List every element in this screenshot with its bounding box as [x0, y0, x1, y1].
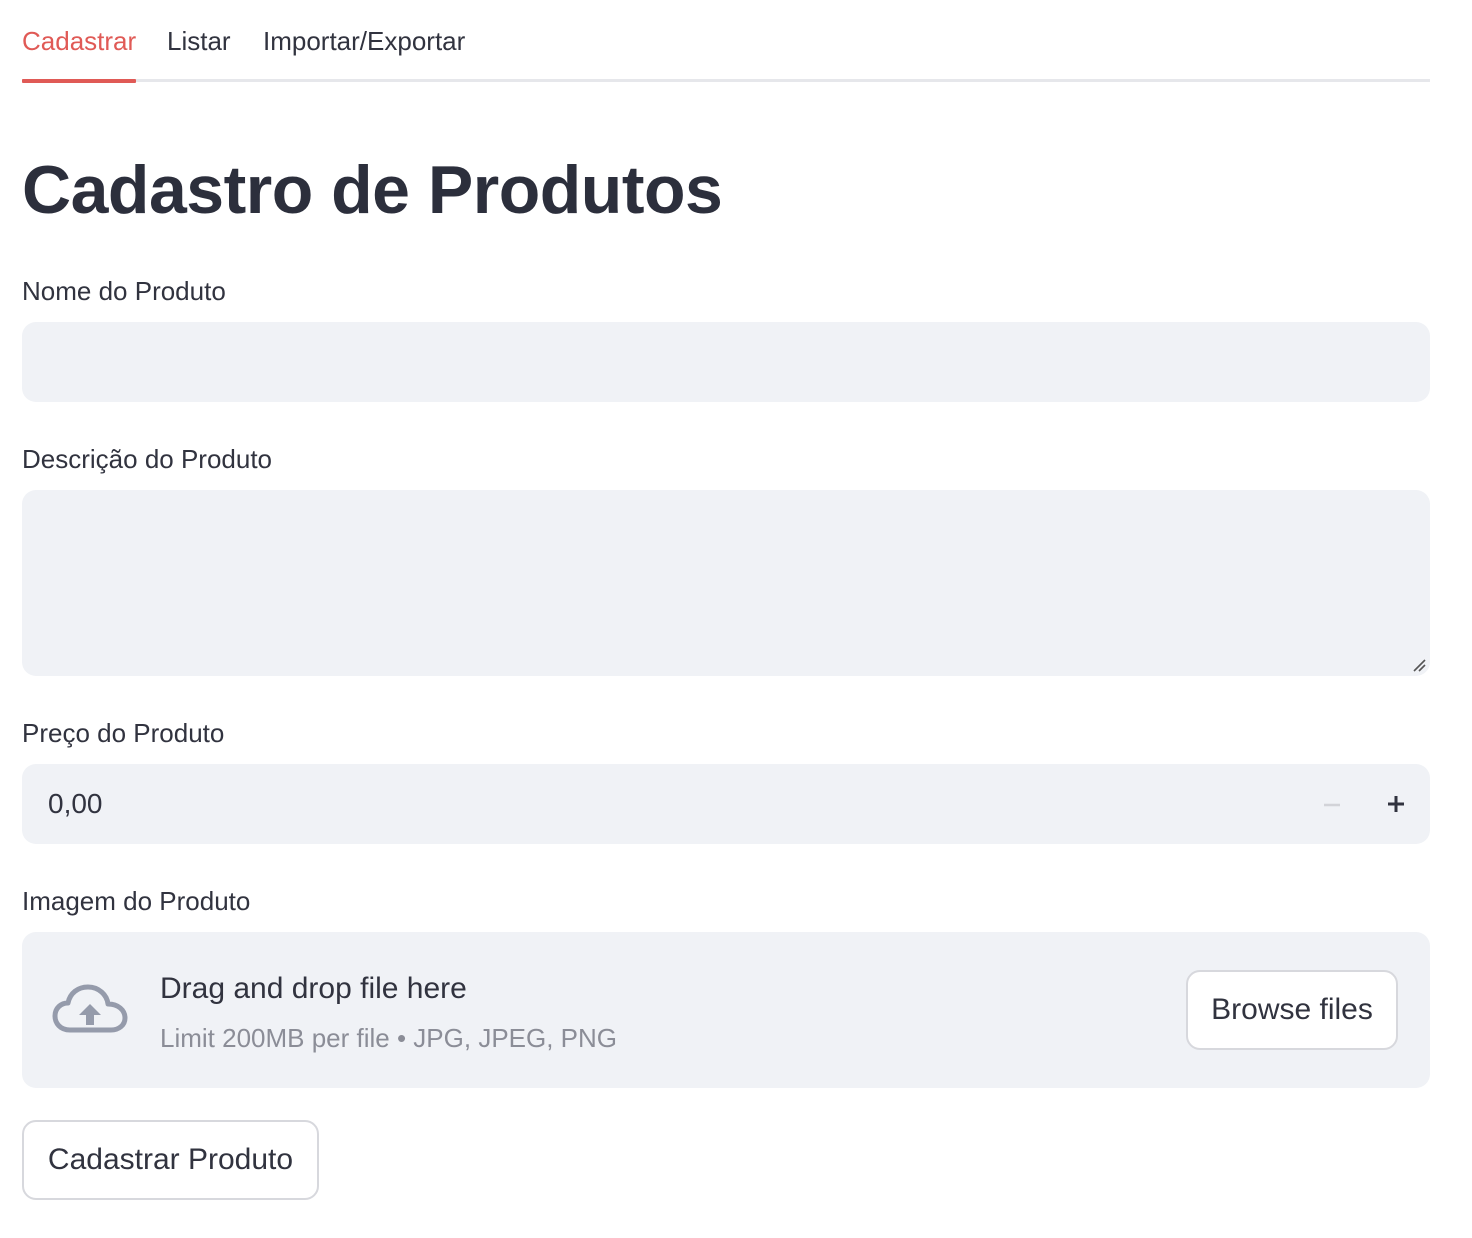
file-dropzone[interactable]: Drag and drop file here Limit 200MB per …	[22, 932, 1430, 1088]
tab-divider	[22, 79, 1430, 82]
cloud-upload-icon	[52, 984, 128, 1033]
resize-grip-icon[interactable]	[1412, 658, 1426, 672]
tab-bar: Cadastrar Listar Importar/Exportar	[22, 0, 1430, 84]
dropzone-title: Drag and drop file here	[160, 972, 467, 1005]
tab-cadastrar[interactable]: Cadastrar	[22, 24, 136, 58]
page: Cadastrar Listar Importar/Exportar Cadas…	[0, 0, 1472, 1238]
submit-product-button[interactable]: Cadastrar Produto	[22, 1120, 319, 1200]
product-name-input[interactable]	[22, 322, 1430, 402]
product-description-label: Descrição do Produto	[22, 444, 273, 474]
price-value[interactable]: 0,00	[48, 786, 103, 822]
product-name-label: Nome do Produto	[22, 276, 226, 306]
minus-icon	[1324, 803, 1340, 807]
browse-files-button[interactable]: Browse files	[1186, 970, 1398, 1050]
product-image-label: Imagem do Produto	[22, 886, 251, 916]
active-tab-indicator	[22, 79, 136, 83]
decrement-button[interactable]	[1306, 778, 1358, 830]
product-price-input[interactable]: 0,00	[22, 764, 1430, 844]
dropzone-hint: Limit 200MB per file • JPG, JPEG, PNG	[160, 1023, 618, 1053]
increment-button[interactable]	[1370, 778, 1422, 830]
tab-listar[interactable]: Listar	[167, 24, 231, 58]
product-price-label: Preço do Produto	[22, 718, 225, 748]
page-title: Cadastro de Produtos	[22, 152, 723, 228]
tab-importar-exportar[interactable]: Importar/Exportar	[263, 24, 465, 58]
plus-icon	[1388, 796, 1404, 812]
product-description-textarea[interactable]	[22, 490, 1430, 676]
